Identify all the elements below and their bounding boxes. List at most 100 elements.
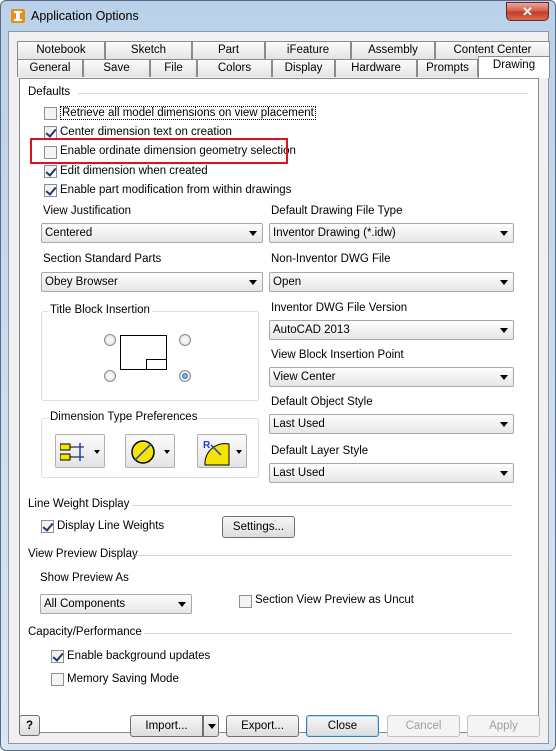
title-block-bottom-left-radio[interactable] xyxy=(104,370,116,382)
title-block-bottom-right-radio[interactable] xyxy=(179,370,191,382)
chevron-down-icon xyxy=(249,280,257,285)
center-dimension-text-label: Center dimension text on creation xyxy=(60,126,232,138)
non-inventor-dwg-label: Non-Inventor DWG File xyxy=(271,253,391,265)
display-line-weights-checkbox[interactable] xyxy=(41,520,54,533)
tab-part[interactable]: Part xyxy=(192,41,265,59)
chevron-down-icon xyxy=(500,375,508,380)
memory-saving-checkbox[interactable] xyxy=(51,673,64,686)
cancel-button[interactable]: Cancel xyxy=(387,715,460,737)
tab-hardware[interactable]: Hardware xyxy=(335,59,417,77)
close-window-button[interactable]: ✕ xyxy=(506,2,549,21)
export-button[interactable]: Export... xyxy=(226,715,299,737)
part-modification-label: Enable part modification from within dra… xyxy=(60,184,292,196)
tab-general[interactable]: General xyxy=(17,59,83,77)
chevron-down-icon xyxy=(500,328,508,333)
tab-drawing[interactable]: Drawing xyxy=(478,56,550,78)
default-layer-style-value: Last Used xyxy=(273,467,325,479)
capacity-separator xyxy=(144,633,512,634)
retrieve-dimensions-checkbox[interactable] xyxy=(44,107,57,120)
chevron-down-icon xyxy=(500,280,508,285)
tab-file[interactable]: File xyxy=(150,59,197,77)
section-standard-parts-label: Section Standard Parts xyxy=(43,253,162,265)
settings-button[interactable]: Settings... xyxy=(222,516,295,538)
capacity-performance-heading: Capacity/Performance xyxy=(28,626,142,638)
chevron-down-icon xyxy=(249,231,257,236)
default-drawing-file-type-label: Default Drawing File Type xyxy=(271,205,403,217)
default-object-style-label: Default Object Style xyxy=(271,396,373,408)
chevron-down-icon xyxy=(500,422,508,427)
show-preview-as-select[interactable]: All Components xyxy=(40,594,192,614)
view-preview-display-heading: View Preview Display xyxy=(28,548,138,560)
tab-row-1: Notebook Sketch Part iFeature Assembly C… xyxy=(17,41,550,59)
title-block-top-right-radio[interactable] xyxy=(179,334,191,346)
window-title: Application Options xyxy=(31,9,139,23)
non-inventor-dwg-select[interactable]: Open xyxy=(269,272,514,292)
svg-text:R: R xyxy=(203,440,211,451)
default-drawing-file-type-value: Inventor Drawing (*.idw) xyxy=(273,227,396,239)
view-justification-value: Centered xyxy=(45,227,93,239)
chevron-down-icon xyxy=(500,471,508,476)
show-preview-as-label: Show Preview As xyxy=(40,572,129,584)
radius-dimension-icon: R xyxy=(203,440,230,466)
default-object-style-select[interactable]: Last Used xyxy=(269,414,514,434)
help-button[interactable]: ? xyxy=(19,715,40,736)
sheet-preview-icon xyxy=(120,335,167,370)
view-block-insertion-value: View Center xyxy=(273,371,336,383)
tab-display[interactable]: Display xyxy=(272,59,335,77)
display-line-weights-label: Display Line Weights xyxy=(57,520,165,532)
memory-saving-label: Memory Saving Mode xyxy=(67,673,179,685)
title-bar: Application Options ✕ xyxy=(1,1,555,31)
tab-assembly[interactable]: Assembly xyxy=(351,41,435,59)
section-view-uncut-label: Section View Preview as Uncut xyxy=(255,594,414,606)
default-object-style-value: Last Used xyxy=(273,418,325,430)
section-view-uncut-checkbox[interactable] xyxy=(239,595,252,608)
defaults-separator xyxy=(78,93,528,94)
chevron-down-icon xyxy=(164,450,170,454)
show-preview-as-value: All Components xyxy=(44,598,126,610)
import-dropdown-button[interactable] xyxy=(203,715,219,737)
linear-dimension-icon xyxy=(60,443,84,461)
background-updates-checkbox[interactable] xyxy=(51,650,64,663)
tab-prompts[interactable]: Prompts xyxy=(417,59,478,77)
inventor-dwg-version-value: AutoCAD 2013 xyxy=(273,324,350,336)
default-drawing-file-type-select[interactable]: Inventor Drawing (*.idw) xyxy=(269,223,514,243)
apply-button[interactable]: Apply xyxy=(467,715,540,737)
radius-dimension-button[interactable]: R xyxy=(197,434,247,468)
part-modification-checkbox[interactable] xyxy=(44,184,57,197)
tab-row-2: General Save File Colors Display Hardwar… xyxy=(17,56,550,78)
diameter-dimension-icon xyxy=(131,440,155,464)
chevron-down-icon xyxy=(500,231,508,236)
chevron-down-icon xyxy=(94,450,100,454)
dimension-type-preferences-label: Dimension Type Preferences xyxy=(48,411,200,423)
inventor-dwg-version-select[interactable]: AutoCAD 2013 xyxy=(269,320,514,340)
inventor-dwg-version-label: Inventor DWG File Version xyxy=(271,302,408,314)
chevron-down-icon xyxy=(236,450,242,454)
view-block-insertion-select[interactable]: View Center xyxy=(269,367,514,387)
title-block-insertion-label: Title Block Insertion xyxy=(48,304,152,316)
view-justification-select[interactable]: Centered xyxy=(41,223,263,243)
non-inventor-dwg-value: Open xyxy=(273,276,302,288)
tab-ifeature[interactable]: iFeature xyxy=(265,41,351,59)
application-options-window: Application Options ✕ Notebook Sketch Pa… xyxy=(0,0,556,751)
edit-dimension-checkbox[interactable] xyxy=(44,165,57,178)
tab-colors[interactable]: Colors xyxy=(197,59,272,77)
line-weight-display-heading: Line Weight Display xyxy=(28,498,130,510)
section-standard-parts-select[interactable]: Obey Browser xyxy=(41,272,263,292)
default-layer-style-label: Default Layer Style xyxy=(271,445,369,457)
highlight-box xyxy=(30,138,288,164)
tab-notebook[interactable]: Notebook xyxy=(17,41,105,59)
default-layer-style-select[interactable]: Last Used xyxy=(269,463,514,483)
chevron-down-icon xyxy=(208,724,216,729)
tab-sketch[interactable]: Sketch xyxy=(105,41,192,59)
title-block-top-left-radio[interactable] xyxy=(104,334,116,346)
diameter-dimension-button[interactable] xyxy=(125,434,175,468)
background-updates-label: Enable background updates xyxy=(67,650,211,662)
close-button[interactable]: Close xyxy=(306,715,379,737)
tab-save[interactable]: Save xyxy=(83,59,150,77)
retrieve-dimensions-label: Retrieve all model dimensions on view pl… xyxy=(60,106,316,120)
section-standard-parts-value: Obey Browser xyxy=(45,276,118,288)
import-button[interactable]: Import... xyxy=(130,715,203,737)
view-preview-separator xyxy=(135,555,512,556)
defaults-heading: Defaults xyxy=(28,86,71,98)
linear-dimension-button[interactable] xyxy=(55,434,105,468)
